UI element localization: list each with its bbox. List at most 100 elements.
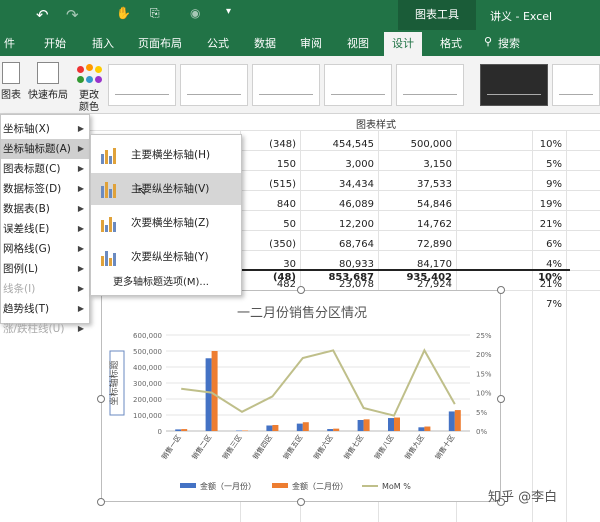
sheet-cell[interactable]: 840 (277, 199, 296, 210)
secondary-horizontal-axis-icon (97, 212, 119, 234)
redo-icon[interactable]: ↷ (66, 6, 79, 24)
sheet-cell[interactable]: 3,000 (345, 159, 374, 170)
tab-home[interactable]: 开始 (44, 35, 66, 51)
menu-item[interactable]: 数据表(B) ▶ (1, 199, 89, 219)
tab-data[interactable]: 数据 (254, 35, 276, 51)
tab-page-layout[interactable]: 页面布局 (138, 35, 182, 51)
chart-style-1[interactable] (108, 64, 176, 106)
sheet-cell[interactable]: 9% (546, 179, 562, 190)
menu-item[interactable]: 数据标签(D) ▶ (1, 179, 89, 199)
legend-swatch (272, 483, 288, 488)
sheet-cell[interactable]: 150 (277, 159, 296, 170)
y2-tick-label: 0% (476, 428, 487, 436)
y-tick-label: 300,000 (133, 380, 162, 388)
more-axis-title-options[interactable]: 更多轴标题选项(M)... (91, 273, 241, 293)
resize-handle-mr[interactable] (497, 395, 505, 403)
tab-insert[interactable]: 插入 (92, 35, 114, 51)
menu-item[interactable]: 坐标轴(X) ▶ (1, 119, 89, 139)
sheet-cell[interactable]: 3,150 (423, 159, 452, 170)
add-chart-element-button[interactable]: 图表 (0, 62, 22, 101)
change-colors-button[interactable]: 更改 颜色 (72, 60, 106, 114)
add-chart-element-label: 图表 (1, 90, 21, 101)
sheet-cell[interactable]: 853,687 (328, 272, 374, 283)
resize-handle-tm[interactable] (297, 286, 305, 294)
submenu-label: 主要横坐标轴(H) (131, 149, 211, 161)
menu-item-label: 涨/跌柱线(U) (3, 323, 65, 335)
sheet-cell[interactable]: (348) (269, 139, 296, 150)
chart-style-6[interactable] (480, 64, 548, 106)
sheet-cell[interactable]: 19% (540, 199, 562, 210)
sheet-cell[interactable]: 500,000 (411, 139, 452, 150)
submenu-arrow-icon: ▶ (77, 144, 84, 153)
resize-handle-bl[interactable] (97, 498, 105, 506)
submenu-primary-vertical[interactable]: 主要纵坐标轴(V) ↖ (91, 173, 241, 205)
chart-style-7[interactable] (552, 64, 600, 106)
resize-handle-tr[interactable] (497, 286, 505, 294)
tab-search[interactable]: 搜索 (498, 35, 520, 51)
sheet-cell[interactable]: 454,545 (333, 139, 374, 150)
quick-layout-button[interactable]: 快速布局 (26, 62, 70, 101)
sheet-cell[interactable]: 12,200 (339, 219, 374, 230)
menu-item[interactable]: 图例(L) ▶ (1, 259, 89, 279)
search-icon[interactable]: ⚲ (484, 35, 492, 48)
sheet-cell[interactable]: (515) (269, 179, 296, 190)
tab-view[interactable]: 视图 (347, 35, 369, 51)
sheet-cell[interactable]: (48) (273, 272, 296, 283)
secondary-vertical-axis-icon (97, 246, 119, 268)
chart-element-icon (2, 62, 20, 84)
submenu-primary-horizontal[interactable]: 主要横坐标轴(H) (91, 139, 241, 171)
undo-icon[interactable]: ↶ (36, 6, 49, 24)
sheet-cell[interactable]: 10% (538, 272, 562, 283)
customize-toolbar-icon[interactable]: ▾ (226, 6, 231, 17)
touch-mode-icon[interactable]: ✋ (116, 6, 131, 20)
camera-icon[interactable]: ◉ (190, 6, 200, 20)
sheet-cell[interactable]: 46,089 (339, 199, 374, 210)
sheet-cell[interactable]: 935,402 (406, 272, 452, 283)
tab-design[interactable]: 设计 (384, 32, 422, 56)
sheet-cell[interactable]: 6% (546, 239, 562, 250)
tab-formulas[interactable]: 公式 (207, 35, 229, 51)
chart-style-5[interactable] (396, 64, 464, 106)
menu-item[interactable]: 趋势线(T) ▶ (1, 299, 89, 319)
resize-handle-ml[interactable] (97, 395, 105, 403)
chart-style-2[interactable] (180, 64, 248, 106)
sheet-cell[interactable]: 14,762 (417, 219, 452, 230)
chart-style-3[interactable] (252, 64, 320, 106)
palette-green-dot (77, 76, 84, 83)
menu-item[interactable]: 坐标轴标题(A) ▶ (1, 139, 89, 159)
sheet-cell[interactable]: 72,890 (417, 239, 452, 250)
copy-icon[interactable]: ⎘ (150, 6, 160, 21)
sheet-cell[interactable]: 68,764 (339, 239, 374, 250)
tab-review[interactable]: 审阅 (300, 35, 322, 51)
menu-item[interactable]: 误差线(E) ▶ (1, 219, 89, 239)
sheet-cell[interactable]: 37,533 (417, 179, 452, 190)
bar (211, 351, 218, 431)
sheet-cell[interactable]: 34,434 (339, 179, 374, 190)
tab-format[interactable]: 格式 (440, 35, 462, 51)
sheet-cell[interactable]: 5% (546, 159, 562, 170)
x-tick-label: 销售八区 (372, 433, 395, 461)
sheet-cell[interactable]: 54,846 (417, 199, 452, 210)
axis-title-text: 坐标轴标题 (108, 360, 120, 405)
bar (296, 423, 303, 431)
submenu-secondary-horizontal[interactable]: 次要横坐标轴(Z) (91, 207, 241, 239)
menu-item[interactable]: 图表标题(C) ▶ (1, 159, 89, 179)
bar (205, 358, 212, 431)
x-tick-label: 销售五区 (281, 433, 304, 461)
sheet-cell[interactable]: 10% (540, 139, 562, 150)
tab-file[interactable]: 件 (4, 35, 15, 51)
sheet-cell[interactable]: 21% (540, 219, 562, 230)
x-tick-label: 销售七区 (342, 433, 365, 461)
sheet-cell[interactable]: 7% (546, 299, 562, 310)
sheet-cell[interactable]: (350) (269, 239, 296, 250)
chart-style-4[interactable] (324, 64, 392, 106)
bar (454, 410, 461, 431)
bar (266, 425, 273, 431)
submenu-secondary-vertical[interactable]: 次要纵坐标轴(Y) (91, 241, 241, 273)
chart-svg: 一二月份销售分区情况 0 100,000 200,000 300,000 400,000 5… (108, 305, 492, 491)
sheet-cell[interactable]: 50 (283, 219, 296, 230)
resize-handle-bm[interactable] (297, 498, 305, 506)
menu-item[interactable]: 网格线(G) ▶ (1, 239, 89, 259)
ribbon: 图表 快速布局 更改 颜色 (0, 56, 600, 114)
chart-area[interactable]: 一二月份销售分区情况 0 100,000 200,000 300,000 400,000 5… (101, 290, 501, 502)
